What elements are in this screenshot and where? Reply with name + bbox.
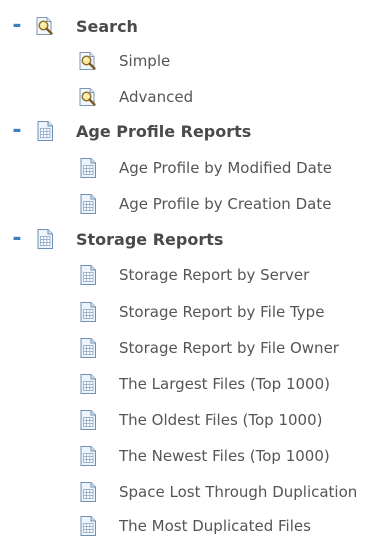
tree-item-label: Storage Report by File Type <box>119 303 325 321</box>
tree-item-storage-by-file-owner[interactable]: Storage Report by File Owner <box>77 332 339 364</box>
tree-item-label: The Most Duplicated Files <box>119 517 311 535</box>
report-document-icon <box>77 409 99 431</box>
tree-group-search[interactable]: - Search <box>8 10 138 42</box>
collapse-toggle[interactable]: - <box>8 228 26 250</box>
report-document-icon <box>77 193 99 215</box>
tree-item-label: Space Lost Through Duplication <box>119 483 358 501</box>
tree-item-space-lost-duplication[interactable]: Space Lost Through Duplication <box>77 476 357 508</box>
tree-item-newest-files[interactable]: The Newest Files (Top 1000) <box>77 440 330 472</box>
magnifier-document-icon <box>77 50 99 72</box>
magnifier-document-icon <box>77 86 99 108</box>
tree-group-label: Storage Reports <box>76 229 224 249</box>
collapse-toggle[interactable]: - <box>8 120 26 142</box>
tree-item-age-profile-modified[interactable]: Age Profile by Modified Date <box>77 152 332 184</box>
report-document-icon <box>34 228 56 250</box>
tree-item-label: Age Profile by Creation Date <box>119 195 332 213</box>
tree-item-simple[interactable]: Simple <box>77 45 170 77</box>
tree-item-largest-files[interactable]: The Largest Files (Top 1000) <box>77 368 330 400</box>
tree-item-age-profile-creation[interactable]: Age Profile by Creation Date <box>77 188 331 220</box>
tree-item-label: Advanced <box>119 88 194 106</box>
tree-item-label: Age Profile by Modified Date <box>119 159 332 177</box>
tree-group-label: Age Profile Reports <box>76 121 252 141</box>
report-document-icon <box>77 157 99 179</box>
tree-item-label: Storage Report by Server <box>119 266 310 284</box>
report-document-icon <box>77 515 99 537</box>
tree-item-label: Storage Report by File Owner <box>119 339 339 357</box>
tree-item-most-duplicated-files[interactable]: The Most Duplicated Files <box>77 510 311 542</box>
report-document-icon <box>34 120 56 142</box>
tree-item-oldest-files[interactable]: The Oldest Files (Top 1000) <box>77 404 323 436</box>
tree-item-label: The Largest Files (Top 1000) <box>119 375 330 393</box>
tree-item-label: The Newest Files (Top 1000) <box>119 447 330 465</box>
report-document-icon <box>77 445 99 467</box>
report-document-icon <box>77 373 99 395</box>
collapse-toggle[interactable]: - <box>8 15 26 37</box>
tree-item-label: Simple <box>119 52 171 70</box>
tree-item-advanced[interactable]: Advanced <box>77 81 193 113</box>
report-document-icon <box>77 301 99 323</box>
report-document-icon <box>77 264 99 286</box>
report-document-icon <box>77 481 99 503</box>
tree-item-storage-by-file-type[interactable]: Storage Report by File Type <box>77 296 324 328</box>
tree-group-age-profile-reports[interactable]: - Age Profile Reports <box>8 115 251 147</box>
tree-group-storage-reports[interactable]: - Storage Reports <box>8 223 223 255</box>
magnifier-document-icon <box>34 15 56 37</box>
report-document-icon <box>77 337 99 359</box>
tree-item-storage-by-server[interactable]: Storage Report by Server <box>77 259 309 291</box>
tree-item-label: The Oldest Files (Top 1000) <box>119 411 323 429</box>
tree-group-label: Search <box>76 16 138 36</box>
